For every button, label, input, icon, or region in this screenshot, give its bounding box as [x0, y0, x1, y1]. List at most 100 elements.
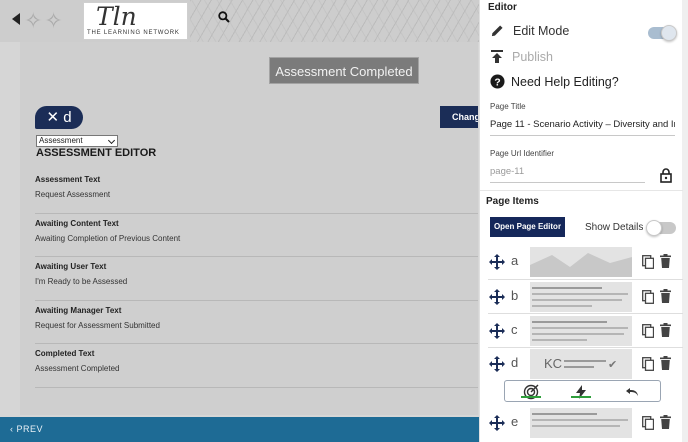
page-item-a[interactable]: a — [480, 244, 683, 278]
text-thumbnail — [530, 408, 632, 438]
page-item-e[interactable]: e — [480, 405, 683, 439]
help-label: Need Help Editing? — [511, 74, 619, 89]
thumb-line — [532, 419, 628, 421]
field-awaiting-manager-text[interactable]: Awaiting Manager Text Request for Assess… — [35, 301, 478, 344]
pencil-icon — [491, 25, 503, 37]
header-decoration: ✧✧ — [24, 8, 65, 33]
field-completed-text[interactable]: Completed Text Assessment Completed — [35, 344, 478, 388]
item-letter: b — [511, 288, 519, 303]
thumb-line — [532, 287, 602, 289]
checkmark-icon: ✔ — [608, 359, 618, 371]
page-item-c[interactable]: c — [480, 313, 683, 347]
trash-icon[interactable] — [660, 289, 671, 303]
section-divider — [480, 190, 683, 191]
move-icon[interactable] — [489, 323, 505, 339]
field-value[interactable]: Assessment Completed — [35, 364, 478, 373]
back-arrow-icon[interactable] — [12, 13, 20, 25]
move-icon[interactable] — [489, 289, 505, 305]
logo-subtitle: THE LEARNING NETWORK — [87, 30, 180, 36]
edit-mode-toggle[interactable] — [648, 25, 677, 41]
field-label: Awaiting Manager Text — [35, 305, 122, 315]
copy-icon[interactable] — [642, 324, 654, 338]
show-details-toggle[interactable] — [646, 220, 676, 236]
chevron-left-icon: ‹ — [10, 424, 14, 434]
image-thumbnail — [530, 247, 632, 277]
svg-text:?: ? — [494, 77, 500, 88]
trash-icon[interactable] — [660, 254, 671, 268]
move-icon[interactable] — [489, 356, 505, 372]
site-logo[interactable]: Tln THE LEARNING NETWORK — [83, 2, 188, 40]
page-item-b[interactable]: b — [480, 279, 683, 313]
page-url-input[interactable]: page-11 — [490, 166, 645, 183]
item-d-toolbar — [504, 380, 661, 402]
image-placeholder-icon — [530, 253, 632, 277]
change-button[interactable]: Change — [440, 106, 478, 128]
thumb-line — [532, 413, 597, 415]
page-url-label: Page Url Identifier — [490, 149, 555, 158]
text-thumbnail — [530, 316, 632, 346]
page-title-label: Page Title — [490, 102, 526, 111]
move-icon[interactable] — [489, 415, 505, 431]
prev-button[interactable]: ‹ PREV — [10, 424, 43, 434]
thumb-line — [532, 305, 592, 307]
field-assessment-text[interactable]: Assessment Text Request Assessment — [35, 170, 478, 214]
assessment-type-select[interactable]: Assessment — [36, 135, 118, 147]
field-value[interactable]: I'm Ready to be Assessed — [35, 277, 478, 286]
publish-row[interactable]: Publish — [490, 49, 553, 64]
close-icon[interactable]: ✕ — [46, 109, 59, 126]
trash-icon[interactable] — [660, 323, 671, 337]
item-letter: e — [511, 414, 519, 429]
item-badge[interactable]: ✕ d — [35, 106, 83, 129]
thumb-line — [532, 327, 628, 329]
field-label: Awaiting Content Text — [35, 218, 119, 228]
field-awaiting-user-text[interactable]: Awaiting User Text I'm Ready to be Asses… — [35, 257, 478, 301]
thumb-line — [532, 425, 620, 427]
page-item-d[interactable]: d KC ✔ — [480, 346, 683, 380]
trash-icon[interactable] — [660, 356, 671, 370]
item-letter: d — [511, 355, 519, 370]
copy-icon[interactable] — [642, 290, 654, 304]
publish-icon — [491, 50, 503, 63]
copy-icon[interactable] — [642, 357, 654, 371]
field-value[interactable]: Awaiting Completion of Previous Content — [35, 234, 478, 243]
thumb-line — [532, 293, 628, 295]
text-thumbnail — [530, 282, 632, 312]
undo-icon[interactable] — [625, 384, 641, 400]
copy-icon[interactable] — [642, 416, 654, 430]
chevron-down-icon — [107, 136, 116, 145]
assessment-fields: Assessment Text Request Assessment Await… — [35, 170, 478, 388]
assessment-editor-title: ASSESSMENT EDITOR — [36, 147, 157, 159]
help-icon: ? — [490, 74, 505, 89]
field-value[interactable]: Request for Assessment Submitted — [35, 321, 478, 330]
editor-header: Editor — [488, 2, 517, 13]
prev-label: PREV — [16, 424, 44, 434]
kc-thumb-label: KC — [544, 356, 563, 371]
item-letter: c — [511, 322, 518, 337]
page-items-header: Page Items — [486, 196, 539, 207]
field-label: Assessment Text — [35, 175, 101, 184]
assessment-type-value: Assessment — [39, 136, 83, 145]
field-value[interactable]: Request Assessment — [35, 190, 478, 199]
thumb-line — [532, 339, 587, 341]
trash-icon[interactable] — [660, 415, 671, 429]
lock-icon[interactable] — [660, 168, 672, 183]
page-title-input[interactable]: Page 11 - Scenario Activity – Diversity … — [490, 119, 675, 136]
active-underline — [521, 396, 541, 398]
thumb-line — [532, 321, 607, 323]
header-background-pattern — [190, 0, 490, 42]
assessment-completed-button[interactable]: Assessment Completed — [269, 57, 419, 84]
help-row[interactable]: ? Need Help Editing? — [490, 74, 619, 89]
field-label: Completed Text — [35, 349, 95, 358]
copy-icon[interactable] — [642, 255, 654, 269]
edit-mode-label: Edit Mode — [513, 23, 570, 38]
bottom-nav-bar: ‹ PREV — [0, 417, 480, 442]
edit-mode-row[interactable]: Edit Mode — [490, 23, 569, 38]
field-awaiting-content-text[interactable]: Awaiting Content Text Awaiting Completio… — [35, 214, 478, 257]
search-icon[interactable] — [218, 11, 230, 23]
kc-thumbnail: KC ✔ — [530, 349, 632, 379]
active-underline — [571, 396, 591, 398]
open-page-editor-button[interactable]: Open Page Editor — [490, 217, 565, 237]
thumb-line — [532, 333, 624, 335]
thumb-line — [564, 360, 606, 362]
move-icon[interactable] — [489, 254, 505, 270]
